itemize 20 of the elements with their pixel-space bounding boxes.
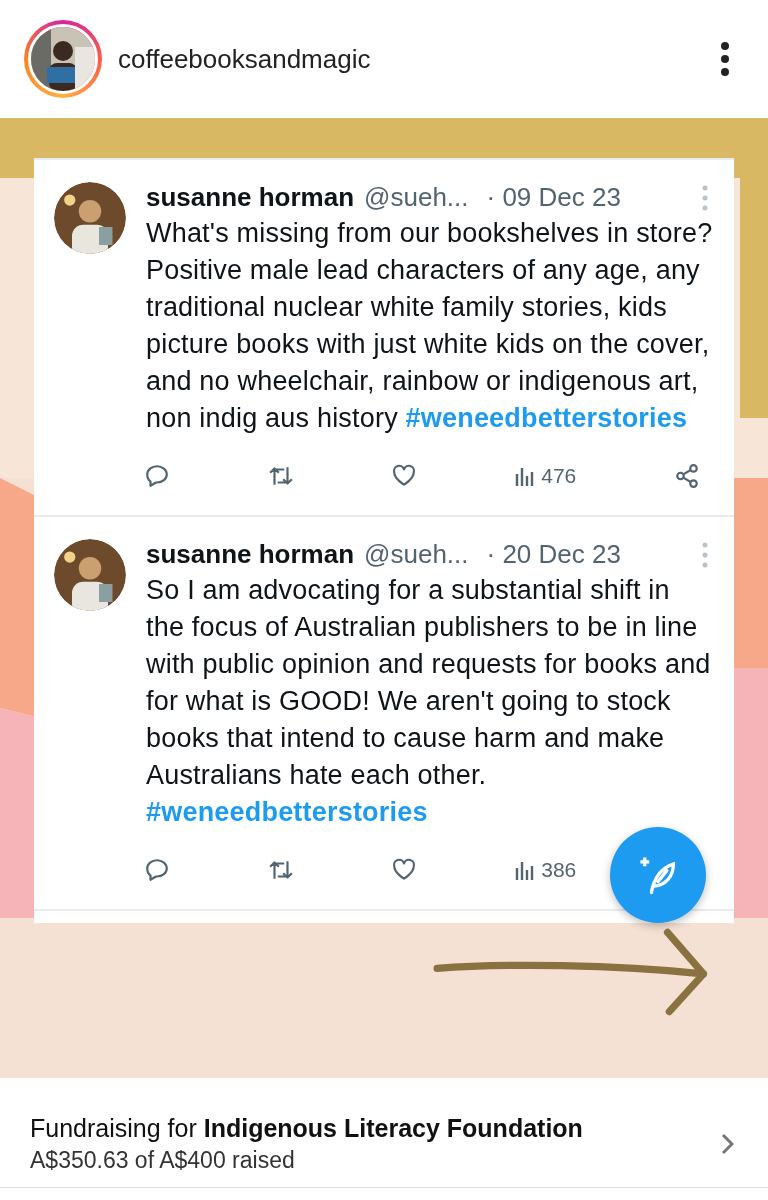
tweet-text: What's missing from our bookshelves in store? Positive male lead characters of any age, any traditional nuclear white family stories, kids picture books with just white kids on the cover, and no wheelchair, rainbow or indigenous art, non indig aus history #weneedbetterstories [146,217,714,435]
author-name[interactable]: susanne horman [146,539,355,570]
tweet-date: · 20 Dec 23 [486,539,621,570]
share-icon[interactable] [674,463,700,489]
fundraiser-title: Fundraising for Indigenous Literacy Foundation [30,1113,584,1143]
more-options-icon[interactable] [720,41,730,77]
chevron-right-icon [720,1131,734,1156]
reply-icon[interactable] [144,857,170,883]
views-count[interactable]: 476 [515,464,577,488]
reply-icon[interactable] [144,463,170,489]
author-handle[interactable]: @sueh... [364,182,469,213]
like-icon[interactable] [391,463,418,489]
compose-button[interactable] [610,827,706,923]
like-icon[interactable] [391,857,418,883]
author-handle[interactable]: @sueh... [364,539,469,570]
views-count[interactable]: 386 [515,858,577,882]
tweet-date: · 09 Dec 23 [486,182,621,213]
author-name[interactable]: susanne horman [146,182,355,213]
tweet-text: So I am advocating for a substantial shift in the focus of Australian publishers to be in line with public opinion and requests for books and for what is GOOD! We aren't going to stock books that intend to cause harm and make Australians hate each other. #weneedbetterstories [146,574,712,829]
username[interactable]: coffeebooksandmagic [118,43,720,75]
